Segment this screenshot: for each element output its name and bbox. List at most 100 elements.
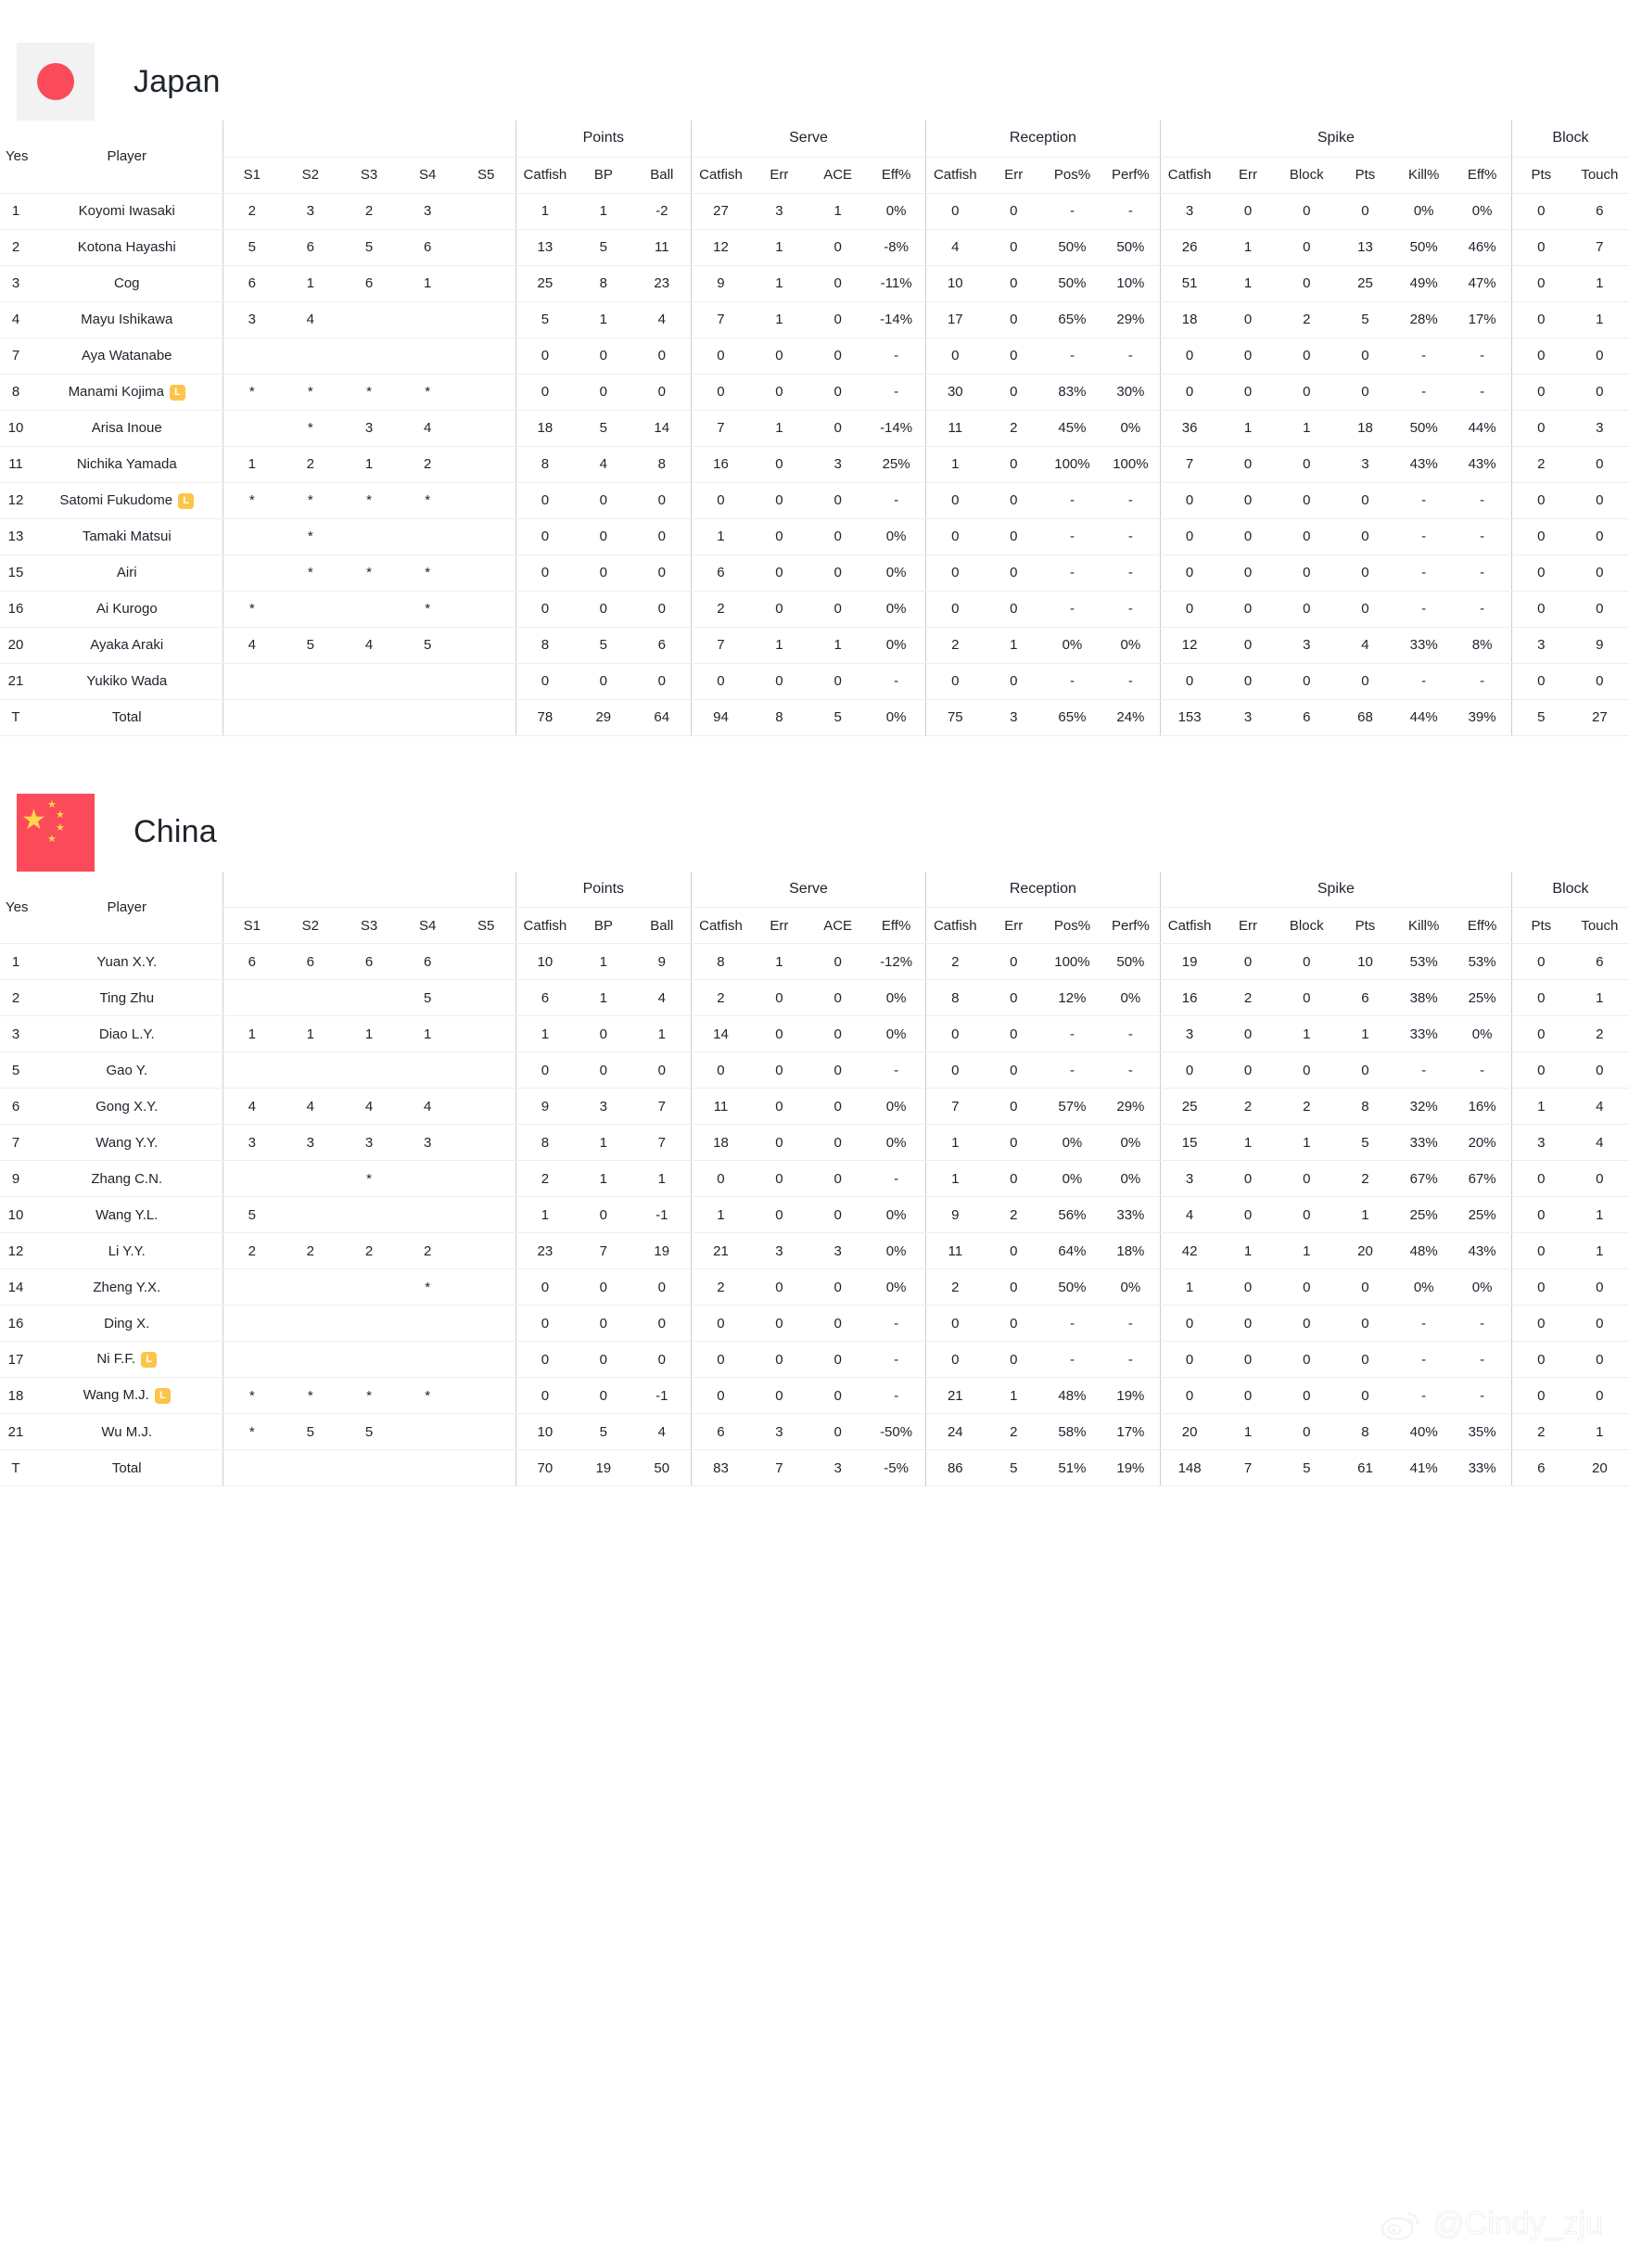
stat-cell: 0 [1277, 1305, 1336, 1342]
stat-cell: 0 [1335, 663, 1395, 700]
stat-cell: 67% [1453, 1160, 1512, 1197]
stat-cell: * [398, 1377, 457, 1414]
stat-cell: - [1394, 482, 1454, 519]
stat-cell: 1 [574, 1124, 633, 1161]
stat-cell: - [1453, 482, 1512, 519]
stat-cell: 2 [984, 1196, 1043, 1233]
stat-cell: 5 [281, 1413, 340, 1450]
stat-cell: 3 [339, 1124, 399, 1161]
player-name: Ding X. [32, 1305, 223, 1342]
stat-cell: 9 [1570, 627, 1629, 664]
group-header-points: Points [515, 121, 692, 158]
group-header-reception: Reception [924, 871, 1161, 908]
stat-cell: 58% [1042, 1413, 1102, 1450]
stat-cell: 50% [1042, 1268, 1102, 1306]
col-header-reception-perfpct: Perf% [1101, 907, 1161, 944]
col-header-block-touch: Touch [1570, 157, 1629, 194]
stat-cell: 20 [1159, 1413, 1219, 1450]
stat-cell: 0 [1218, 1196, 1278, 1233]
stat-cell: 0 [515, 1305, 575, 1342]
stat-cell [222, 410, 282, 447]
stat-cell: 0 [574, 1377, 633, 1414]
player-number: 12 [0, 1232, 32, 1269]
stat-cell: - [1453, 1377, 1512, 1414]
stat-cell: 0 [691, 338, 750, 375]
col-header-reception-pospct: Pos% [1042, 157, 1102, 194]
table-row: 7 Aya Watanabe 000000-00--0000--00 [0, 338, 1629, 375]
stat-cell: 0 [691, 482, 750, 519]
stat-cell: 50% [1042, 265, 1102, 302]
stat-cell: 3 [398, 1124, 457, 1161]
stat-cell: 8 [1335, 1088, 1395, 1125]
stat-cell [456, 1268, 516, 1306]
col-header-s1: S1 [222, 157, 282, 194]
stat-cell: 2 [984, 1413, 1043, 1450]
stat-cell: 0 [574, 663, 633, 700]
stat-cell: 1 [1570, 301, 1629, 338]
stat-cell: 2 [924, 627, 985, 664]
stat-cell: 3 [808, 446, 868, 483]
stat-cell: 0 [1510, 374, 1571, 411]
stat-cell: 4 [574, 446, 633, 483]
stat-cell: 0 [1277, 591, 1336, 628]
col-header-serve-effpct: Eff% [867, 907, 926, 944]
libero-badge: L [178, 492, 195, 509]
stat-cell: 0 [1335, 193, 1395, 230]
stat-cell: 0 [808, 301, 868, 338]
stat-cell: 0 [984, 591, 1043, 628]
stat-cell: 0 [515, 482, 575, 519]
stat-cell: 0 [1510, 943, 1571, 980]
table-row: 9 Zhang C.N. * 2 1 1 0 0 0-1 0 0% 0% 3 0 0 2 67% 67% 0 0 [0, 1160, 1629, 1197]
stat-cell: - [867, 482, 926, 519]
stat-cell: 0 [1277, 446, 1336, 483]
stat-cell: 1 [398, 1015, 457, 1052]
stat-cell: 0 [1570, 1377, 1629, 1414]
stat-cell: 0 [1277, 979, 1336, 1016]
stat-cell: 38% [1394, 979, 1454, 1016]
player-number: 17 [0, 1341, 32, 1378]
stat-cell: 0 [1335, 1305, 1395, 1342]
stat-cell [456, 1232, 516, 1269]
table-row: 4 Mayu Ishikawa 3 4 5 1 4 7 1 0 -14% 17 0 65% 29% 18 0 2… [0, 301, 1629, 338]
stat-cell: 0 [1570, 374, 1629, 411]
stat-cell: 4 [632, 1413, 692, 1450]
stat-cell: 1 [749, 410, 809, 447]
stat-cell [456, 518, 516, 555]
stat-cell: 0 [1510, 482, 1571, 519]
stat-cell: 0 [574, 591, 633, 628]
stat-cell [456, 1341, 516, 1378]
stat-cell [281, 663, 340, 700]
stat-cell: 1 [691, 1196, 750, 1233]
stat-cell: 0 [1218, 1015, 1278, 1052]
stat-cell: 0 [1277, 229, 1336, 266]
stat-cell: 0 [984, 1051, 1043, 1089]
col-header-serve-err: Err [749, 907, 809, 944]
stat-cell: 0 [691, 1305, 750, 1342]
stat-cell: - [1042, 482, 1102, 519]
col-header-spike-effpct: Eff% [1453, 157, 1512, 194]
table-row: 3 Diao L.Y. 1 1 1 1 1 0 1 14 0 0 0% 0 0- -3 0 1 1 33% 0% 0 2 [0, 1015, 1629, 1052]
stat-cell: 19 [1159, 943, 1219, 980]
player-number: 1 [0, 943, 32, 980]
stat-cell [456, 374, 516, 411]
stat-cell: 1 [574, 301, 633, 338]
col-header-serve-ace: ACE [808, 907, 868, 944]
stat-cell: 0% [867, 554, 926, 592]
stat-cell [339, 663, 399, 700]
col-header-yes: Yes [0, 871, 32, 944]
stat-cell: 0 [808, 518, 868, 555]
stat-cell [456, 1377, 516, 1414]
stat-cell: -14% [867, 301, 926, 338]
stat-cell: 0 [1277, 1196, 1336, 1233]
stat-cell: 17 [924, 301, 985, 338]
player-number: T [0, 1449, 32, 1486]
stat-cell: 0 [749, 1051, 809, 1089]
player-name: Wang Y.L. [32, 1196, 223, 1233]
col-header-yes: Yes [0, 121, 32, 194]
stat-cell: 0% [1101, 627, 1161, 664]
stat-cell: 0 [515, 1051, 575, 1089]
stat-cell [281, 1051, 340, 1089]
stat-cell: 0 [1510, 1232, 1571, 1269]
stat-cell [456, 979, 516, 1016]
stat-cell: 1 [1277, 1015, 1336, 1052]
